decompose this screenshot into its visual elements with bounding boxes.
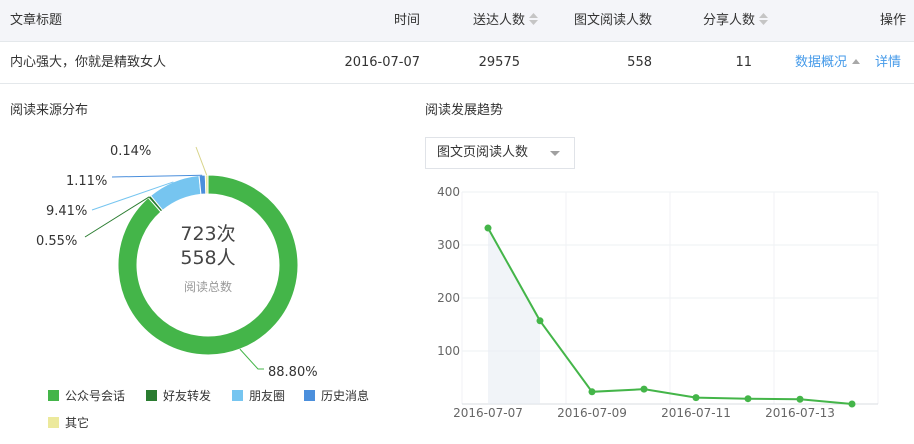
y-tick-label: 300: [437, 238, 460, 252]
legend-swatch: [146, 390, 157, 401]
metric-select-value: 图文页阅读人数: [437, 145, 529, 160]
donut-slice-label: 0.55%: [36, 234, 77, 249]
legend-label: 其它: [65, 416, 90, 430]
table-header: 文章标题 时间 送达人数 图文阅读人数 分享人数 操作: [0, 0, 914, 42]
chevron-down-icon[interactable]: [550, 151, 560, 156]
article-time: 2016-07-07: [344, 55, 420, 70]
x-tick-label: 2016-07-11: [661, 406, 731, 420]
legend-item[interactable]: 好友转发: [146, 388, 211, 404]
line-point[interactable]: [484, 224, 492, 232]
donut-center-people: 558人: [180, 247, 235, 269]
overview-link[interactable]: 数据概况: [795, 42, 861, 84]
line-point[interactable]: [640, 385, 648, 393]
legend-item[interactable]: 其它: [48, 415, 89, 431]
detail-link[interactable]: 详情: [875, 42, 901, 84]
metric-select[interactable]: 图文页阅读人数: [425, 137, 575, 169]
legend-swatch: [48, 417, 59, 428]
x-tick-label: 2016-07-13: [765, 406, 835, 420]
x-tick-label: 2016-07-07: [453, 406, 523, 420]
header-shares[interactable]: 分享人数: [660, 0, 768, 42]
header-title: 文章标题: [10, 13, 63, 28]
line-point[interactable]: [536, 317, 544, 325]
legend-swatch: [304, 390, 315, 401]
sort-icon[interactable]: [759, 13, 768, 25]
collapse-caret-icon[interactable]: [852, 59, 861, 64]
donut-center-label: 阅读总数: [184, 279, 232, 294]
legend-swatch: [232, 390, 243, 401]
legend-item[interactable]: 历史消息: [304, 388, 369, 404]
legend-label: 历史消息: [321, 389, 370, 403]
legend-label: 公众号会话: [65, 389, 126, 403]
header-reads: 图文阅读人数: [573, 13, 652, 28]
header-delivered[interactable]: 送达人数: [430, 0, 538, 42]
overview-link-label[interactable]: 数据概况: [795, 55, 847, 70]
donut-center-count: 723次: [180, 223, 235, 245]
line-point[interactable]: [588, 388, 596, 396]
header-time: 时间: [393, 13, 420, 28]
legend-label: 朋友圈: [249, 389, 286, 403]
donut-slice-label: 88.80%: [268, 365, 318, 380]
legend-item[interactable]: 公众号会话: [48, 388, 125, 404]
source-section-title: 阅读来源分布: [10, 103, 89, 118]
donut-slice-label: 1.11%: [66, 174, 107, 189]
y-tick-label: 200: [437, 291, 460, 305]
line-point[interactable]: [796, 395, 804, 403]
trend-line-chart: 100 200 300 400 2016-07-07 2016-07-09 2016-07…: [437, 185, 879, 420]
line-area: [488, 228, 540, 404]
trend-section-title: 阅读发展趋势: [425, 103, 504, 118]
donut-slice-label: 9.41%: [46, 204, 87, 219]
x-tick-label: 2016-07-09: [557, 406, 627, 420]
donut-slice-label: 0.14%: [110, 144, 151, 159]
y-tick-label: 100: [437, 344, 460, 358]
line-point[interactable]: [848, 400, 856, 408]
detail-link-label[interactable]: 详情: [875, 55, 901, 70]
header-delivered-label: 送达人数: [472, 13, 525, 28]
table-row: 内心强大，你就是精致女人 2016-07-07 29575 558 11 数据概…: [0, 42, 914, 84]
legend-item[interactable]: 朋友圈: [232, 388, 285, 404]
article-shares: 11: [735, 55, 752, 70]
source-donut-chart: 88.80% 0.55% 9.41% 1.11%0.14% 723次 558人 阅读总…: [36, 144, 318, 380]
sort-icon[interactable]: [529, 13, 538, 25]
legend-swatch: [48, 390, 59, 401]
line-point[interactable]: [692, 394, 700, 402]
header-actions: 操作: [879, 13, 906, 28]
legend-label: 好友转发: [163, 389, 212, 403]
article-title: 内心强大，你就是精致女人: [10, 55, 167, 70]
donut-slice[interactable]: [149, 174, 202, 211]
donut-slice[interactable]: [204, 174, 209, 195]
donut-leader-line: [239, 348, 264, 370]
line-point[interactable]: [744, 395, 752, 403]
article-delivered: 29575: [478, 55, 520, 70]
y-tick-label: 400: [437, 185, 460, 199]
header-shares-label: 分享人数: [702, 13, 755, 28]
article-reads: 558: [627, 55, 652, 70]
donut-leader-line: [195, 146, 208, 176]
